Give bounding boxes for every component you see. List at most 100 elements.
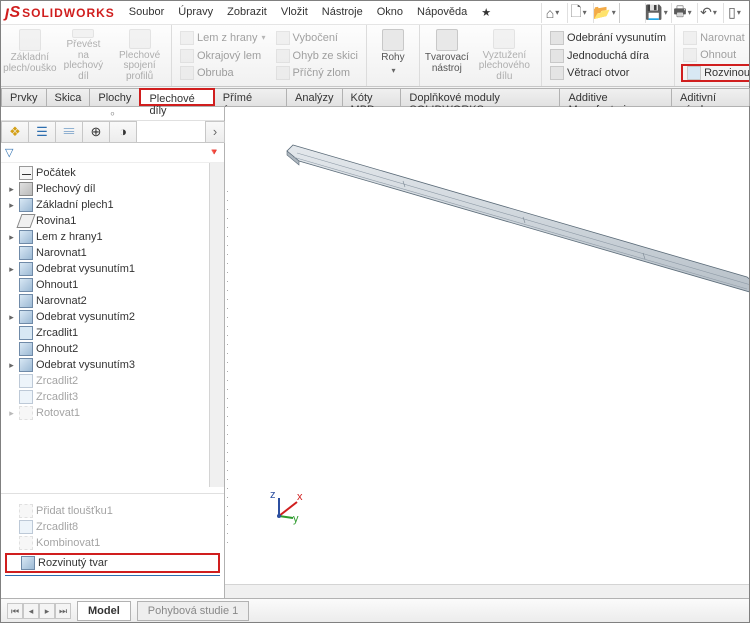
flat-pattern-selected[interactable]: Rozvinutý tvar <box>5 553 220 573</box>
jog-button[interactable]: Vybočení <box>274 29 360 47</box>
tree-item-narovnat1[interactable]: Narovnat1 <box>1 245 209 261</box>
fold-button[interactable]: Ohnout <box>681 47 749 65</box>
sheet-nav-arrows[interactable]: ⏮◂▸⏭ <box>7 603 71 619</box>
flat-pattern-icon <box>21 556 35 570</box>
save-icon[interactable]: 💾▾ <box>645 3 667 23</box>
model-geometry <box>253 131 749 331</box>
tree-item-zrcadlit3[interactable]: Zrcadlit3 <box>1 389 209 405</box>
tree-item-zrcadlit2[interactable]: Zrcadlit2 <box>1 373 209 389</box>
unfold-button[interactable]: Rozvinout <box>681 64 749 82</box>
menu-help[interactable]: Nápověda <box>411 4 473 21</box>
tree-item-odebrat-vysunutím1[interactable]: ▸Odebrat vysunutím1 <box>1 261 209 277</box>
tree-item-rovina1[interactable]: Rovina1 <box>1 213 209 229</box>
expander-icon[interactable]: ▸ <box>7 409 16 418</box>
menu-star[interactable]: ★ <box>475 4 497 21</box>
new-icon[interactable]: 🗋▾ <box>567 3 589 23</box>
tree-item-rotovat1[interactable]: ▸Rotovat1 <box>1 405 209 421</box>
property-manager-tab-icon[interactable]: ☰ <box>28 121 56 143</box>
expander-icon[interactable] <box>7 169 16 178</box>
graphics-viewport[interactable]: x y z <box>225 107 749 598</box>
tree-item-ohnout1[interactable]: Ohnout1 <box>1 277 209 293</box>
tree-item-zrcadlit1[interactable]: Zrcadlit1 <box>1 325 209 341</box>
select-icon[interactable]: ▯▾ <box>723 3 745 23</box>
menu-view[interactable]: Zobrazit <box>221 4 273 21</box>
hem-button[interactable]: Okrajový lem <box>178 47 268 65</box>
expander-icon[interactable]: ▸ <box>7 361 16 370</box>
menu-tools[interactable]: Nástroje <box>316 4 369 21</box>
flatten-button[interactable]: Narovnat <box>681 29 749 47</box>
command-tab-plechové-díly[interactable]: Plechové díly <box>139 88 214 106</box>
filter-dropdown-icon[interactable]: 🔻 <box>209 147 220 158</box>
expander-icon[interactable] <box>7 249 16 258</box>
undo-icon[interactable]: ↶▾ <box>697 3 719 23</box>
expander-icon[interactable]: ▸ <box>7 233 16 242</box>
cross-break-button[interactable]: Příčný zlom <box>274 64 360 82</box>
bottom-tab-model[interactable]: Model <box>77 601 131 621</box>
lofted-bend-button[interactable]: Plechové spojení profilů <box>112 27 167 84</box>
sketched-bend-button[interactable]: Ohyb ze skici <box>274 47 360 65</box>
command-tab-přímé-úpravy[interactable]: Přímé úpravy <box>214 88 287 106</box>
tree-item-základní-plech1[interactable]: ▸Základní plech1 <box>1 197 209 213</box>
expander-icon[interactable]: ▸ <box>7 201 16 210</box>
feature-icon <box>19 198 33 212</box>
simple-hole-button[interactable]: Jednoduchá díra <box>548 47 668 65</box>
tree-item-odebrat-vysunutím3[interactable]: ▸Odebrat vysunutím3 <box>1 357 209 373</box>
tree-item-přidat-tloušťku1[interactable]: Přidat tloušťku1 <box>1 503 224 519</box>
open-icon[interactable]: 📂▾ <box>593 3 615 23</box>
display-manager-tab-icon[interactable]: ◑ <box>109 121 137 143</box>
vent-button[interactable]: Větrací otvor <box>548 64 668 82</box>
menu-file[interactable]: Soubor <box>123 4 170 21</box>
home-icon[interactable]: ⌂▾ <box>541 3 563 23</box>
tree-item-lem-z-hrany1[interactable]: ▸Lem z hrany1 <box>1 229 209 245</box>
print-icon[interactable]: 🖶▾ <box>671 3 693 23</box>
cut-extrude-button[interactable]: Odebrání vysunutím <box>548 29 668 47</box>
expander-icon[interactable]: ▸ <box>7 265 16 274</box>
edge-flange-button[interactable]: Lem z hrany▾ <box>178 29 268 47</box>
tree-item-kombinovat1[interactable]: Kombinovat1 <box>1 535 224 551</box>
expander-icon[interactable]: ▸ <box>7 313 16 322</box>
command-tab-additive-manufacturing[interactable]: Additive Manufacturing <box>559 88 672 106</box>
bottom-tab-motion[interactable]: Pohybová studie 1 <box>137 601 250 621</box>
expander-icon[interactable] <box>7 281 16 290</box>
expander-icon[interactable]: ▸ <box>7 185 16 194</box>
tree-item-ohnout2[interactable]: Ohnout2 <box>1 341 209 357</box>
tree-item-zrcadlit8[interactable]: Zrcadlit8 <box>1 519 224 535</box>
menu-edit[interactable]: Úpravy <box>172 4 219 21</box>
menu-window[interactable]: Okno <box>371 4 409 21</box>
tree-item-počátek[interactable]: Počátek <box>1 165 209 181</box>
bottom-bar: ⏮◂▸⏭ Model Pohybová studie 1 <box>1 598 749 622</box>
feature-tree-tab-icon[interactable]: ❖ <box>1 121 29 143</box>
dim-manager-tab-icon[interactable]: ⊕ <box>82 121 110 143</box>
tree-scrollbar[interactable] <box>209 163 224 487</box>
command-tab-analýzy[interactable]: Analýzy <box>286 88 343 106</box>
tree-item-narovnat2[interactable]: Narovnat2 <box>1 293 209 309</box>
command-tab-skica[interactable]: Skica <box>46 88 91 106</box>
expander-icon[interactable] <box>7 217 16 226</box>
tree-item-plechový-díl[interactable]: ▸Plechový díl <box>1 181 209 197</box>
panel-grip[interactable]: ∘ <box>1 107 224 121</box>
command-tab-plochy[interactable]: Plochy <box>89 88 140 106</box>
expander-icon[interactable] <box>7 297 16 306</box>
panel-tabs-overflow-icon[interactable]: › <box>205 121 225 143</box>
forming-tool-button[interactable]: Tvarovací nástroj <box>424 27 470 84</box>
filter-icon[interactable]: ▽ <box>5 146 19 160</box>
menu-insert[interactable]: Vložit <box>275 4 314 21</box>
config-manager-tab-icon[interactable]: 𝄘 <box>55 121 83 143</box>
tree-item-odebrat-vysunutím2[interactable]: ▸Odebrat vysunutím2 <box>1 309 209 325</box>
command-tab-doplňkové-moduly-solidworks[interactable]: Doplňkové moduly SOLIDWORKS <box>400 88 560 106</box>
viewport-h-scrollbar[interactable] <box>225 584 749 598</box>
corners-button[interactable]: Rohy▾ <box>371 27 415 84</box>
orientation-triad[interactable]: x y z <box>267 488 307 528</box>
feature-icon <box>19 230 33 244</box>
sheet-gusset-button[interactable]: Vyztužení plechového dílu <box>472 27 537 84</box>
expander-icon[interactable] <box>7 377 16 386</box>
expander-icon[interactable] <box>7 393 16 402</box>
command-tab-aditivní-výroba[interactable]: Aditivní výroba <box>671 88 750 106</box>
command-tab-kóty-mbd[interactable]: Kóty MBD <box>342 88 402 106</box>
command-tab-prvky[interactable]: Prvky <box>1 88 47 106</box>
convert-sheet-button[interactable]: Převést na plechový díl <box>57 27 111 84</box>
tab-button[interactable]: Obruba <box>178 64 268 82</box>
expander-icon[interactable] <box>7 329 16 338</box>
expander-icon[interactable] <box>7 345 16 354</box>
base-flange-button[interactable]: Základní plech/ouško <box>5 27 55 84</box>
